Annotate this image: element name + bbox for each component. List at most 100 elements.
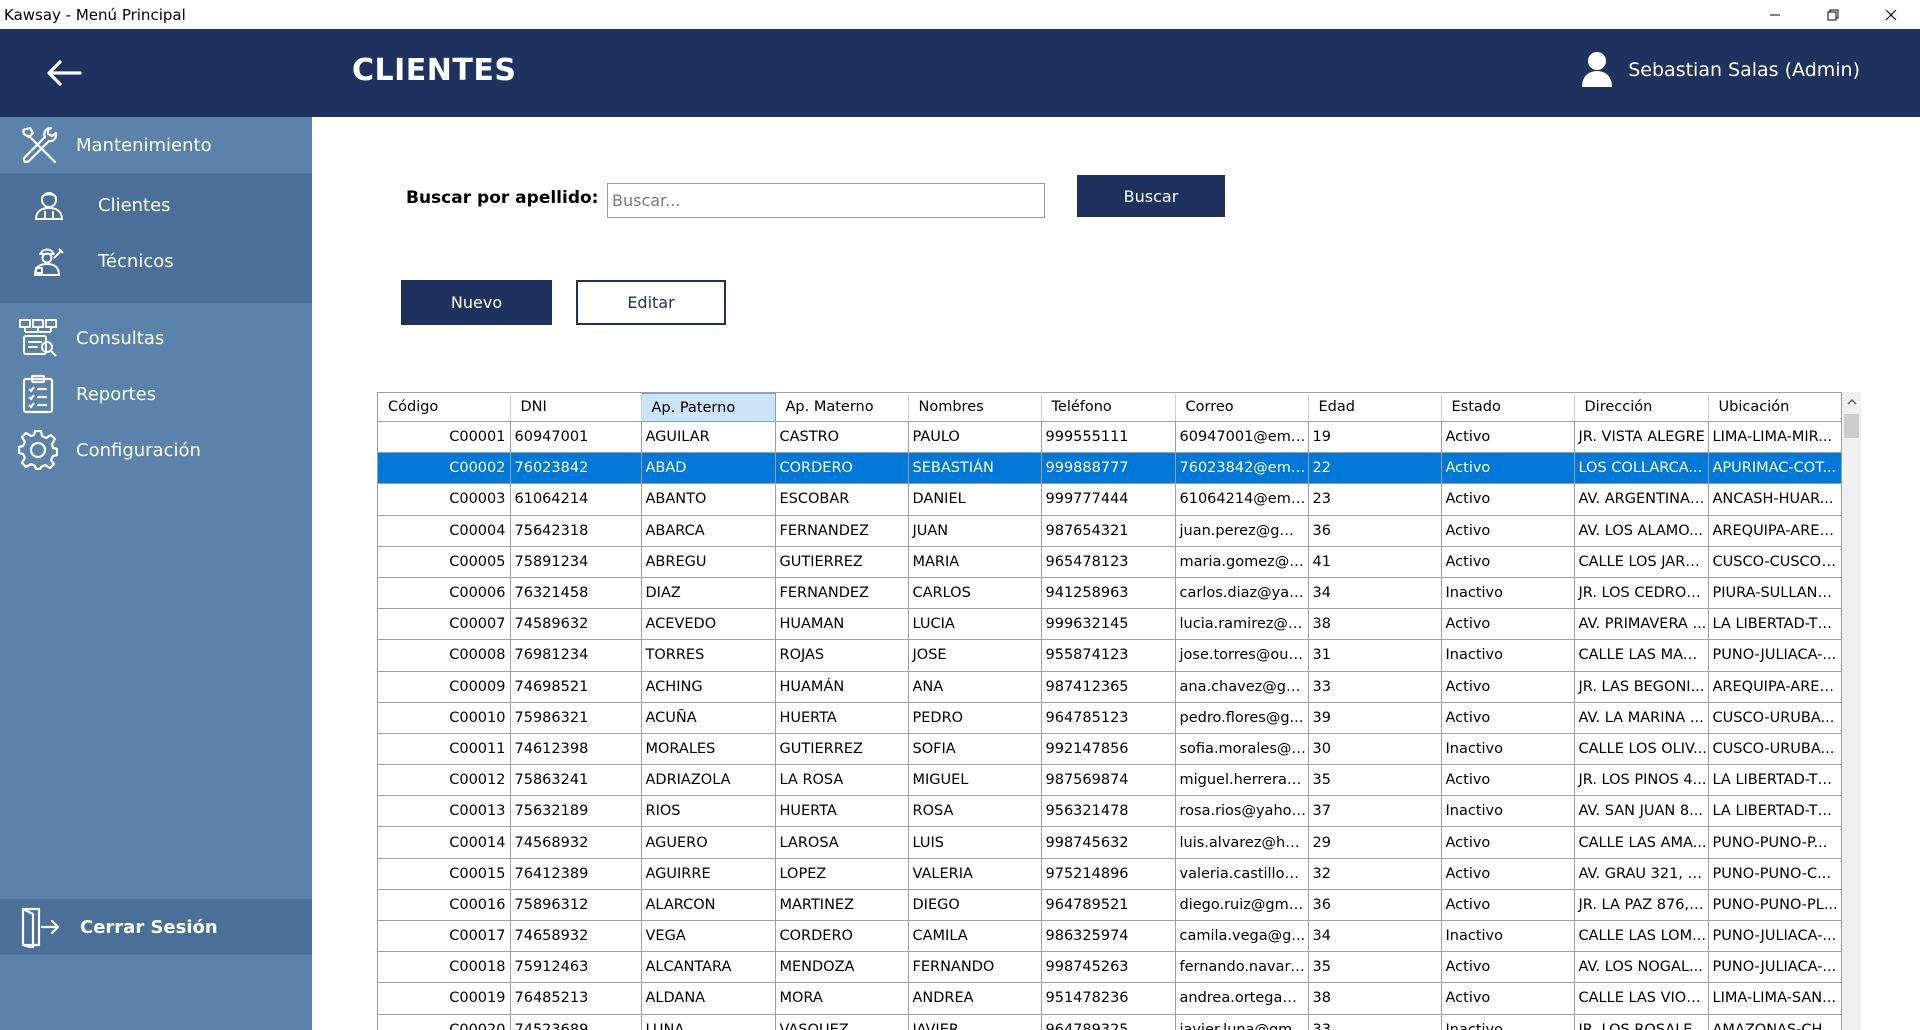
sidebar-item-consultas[interactable]: Consultas	[0, 310, 312, 366]
table-cell[interactable]: TORRES	[641, 639, 776, 672]
table-cell[interactable]: 34	[1308, 577, 1442, 610]
table-cell[interactable]: FERNANDEZ	[775, 515, 909, 547]
table-cell[interactable]: CALLE LOS JARD...	[1574, 546, 1709, 578]
sidebar-item-mantenimiento[interactable]: Mantenimiento	[0, 117, 312, 173]
table-cell[interactable]: CASTRO	[775, 421, 909, 454]
table-cell[interactable]: 951478236	[1041, 982, 1176, 1015]
table-cell[interactable]: 964789325	[1041, 1014, 1176, 1030]
table-cell[interactable]: LIMA-LIMA-SAN...	[1708, 982, 1841, 1015]
table-cell[interactable]: LA ROSA	[775, 764, 909, 797]
table-cell[interactable]: pedro.flores@g...	[1175, 702, 1309, 734]
table-cell[interactable]: JR. VISTA ALEGRE	[1574, 421, 1709, 454]
table-cell[interactable]: SOFIA	[908, 733, 1042, 766]
table-cell[interactable]: juan.perez@gma...	[1175, 515, 1309, 547]
table-cell[interactable]: 74568932	[510, 826, 642, 859]
table-cell[interactable]: 33	[1308, 1014, 1442, 1030]
table-cell[interactable]: MORA	[775, 982, 909, 1015]
table-cell[interactable]: Activo	[1441, 982, 1575, 1015]
table-cell[interactable]: ABARCA	[641, 515, 776, 547]
table-cell[interactable]: C00009	[378, 671, 511, 703]
table-cell[interactable]: JR. LA PAZ 876, T...	[1574, 889, 1709, 922]
table-cell[interactable]: AMAZONAS-CH...	[1708, 1014, 1841, 1030]
table-cell[interactable]: AV. LA MARINA ...	[1574, 702, 1709, 734]
table-cell[interactable]: FERNANDEZ	[775, 577, 909, 610]
table-cell[interactable]: AGUILAR	[641, 421, 776, 454]
column-header[interactable]: Teléfono	[1041, 393, 1176, 422]
table-cell[interactable]: 33	[1308, 671, 1442, 703]
table-cell[interactable]: 35	[1308, 951, 1442, 984]
table-cell[interactable]: Activo	[1441, 764, 1575, 797]
table-cell[interactable]: 75632189	[510, 795, 642, 828]
table-cell[interactable]: jose.torres@outl...	[1175, 639, 1309, 672]
table-cell[interactable]: CARLOS	[908, 577, 1042, 610]
table-cell[interactable]: 36	[1308, 515, 1442, 547]
table-cell[interactable]: MORALES	[641, 733, 776, 766]
table-cell[interactable]: CUSCO-URUBA...	[1708, 733, 1841, 766]
table-cell[interactable]: 74612398	[510, 733, 642, 766]
table-cell[interactable]: 75863241	[510, 764, 642, 797]
table-cell[interactable]: AV. LOS ALAMO...	[1574, 515, 1709, 547]
table-cell[interactable]: ABANTO	[641, 483, 776, 516]
table-row[interactable]: C00004 75642318 ABARCA FERNANDEZ JUAN 9876543…	[378, 515, 1841, 547]
table-row[interactable]: C00002 76023842 ABAD CORDERO SEBASTIÁN 999888…	[378, 452, 1841, 485]
table-cell[interactable]: 19	[1308, 421, 1442, 454]
table-cell[interactable]: C00014	[378, 826, 511, 859]
table-cell[interactable]: JAVIER	[908, 1014, 1042, 1030]
table-cell[interactable]: LA LIBERTAD-TR...	[1708, 764, 1841, 797]
table-row[interactable]: C00001 60947001 AGUILAR CASTRO PAULO 99955511…	[378, 421, 1841, 454]
table-cell[interactable]: 986325974	[1041, 920, 1176, 953]
table-cell[interactable]: AREQUIPA-AREQ...	[1708, 515, 1841, 547]
sidebar-item-tecnicos[interactable]: Técnicos	[0, 237, 312, 285]
table-cell[interactable]: lucia.ramirez@g...	[1175, 608, 1309, 641]
table-cell[interactable]: ALCANTARA	[641, 951, 776, 984]
table-cell[interactable]: DIEGO	[908, 889, 1042, 922]
table-cell[interactable]: 987412365	[1041, 671, 1176, 703]
table-cell[interactable]: 965478123	[1041, 546, 1176, 578]
table-cell[interactable]: AV. ARGENTINA ...	[1574, 483, 1709, 516]
table-cell[interactable]: LOPEZ	[775, 858, 909, 890]
table-cell[interactable]: ana.chavez@gm...	[1175, 671, 1309, 703]
table-cell[interactable]: GUTIERREZ	[775, 733, 909, 766]
table-cell[interactable]: PUNO-JULIACA-...	[1708, 951, 1841, 984]
table-cell[interactable]: ABREGU	[641, 546, 776, 578]
table-cell[interactable]: 75896312	[510, 889, 642, 922]
sidebar-item-clientes[interactable]: Clientes	[0, 181, 312, 229]
table-cell[interactable]: 22	[1308, 452, 1442, 485]
table-cell[interactable]: C00012	[378, 764, 511, 797]
table-cell[interactable]: ALDANA	[641, 982, 776, 1015]
table-cell[interactable]: C00005	[378, 546, 511, 578]
table-cell[interactable]: 74589632	[510, 608, 642, 641]
table-cell[interactable]: ESCOBAR	[775, 483, 909, 516]
table-cell[interactable]: JR. LOS ROSALES...	[1574, 1014, 1709, 1030]
table-cell[interactable]: sofia.morales@g...	[1175, 733, 1309, 766]
table-cell[interactable]: ABAD	[641, 452, 776, 485]
table-row[interactable]: C00019 76485213 ALDANA MORA ANDREA 951478236 a…	[378, 982, 1841, 1015]
table-cell[interactable]: LOS COLLARCA...	[1574, 452, 1709, 485]
table-cell[interactable]: PUNO-JULIACA-...	[1708, 639, 1841, 672]
table-cell[interactable]: CORDERO	[775, 920, 909, 953]
column-header[interactable]: Código	[378, 393, 511, 422]
table-cell[interactable]: MENDOZA	[775, 951, 909, 984]
table-cell[interactable]: Activo	[1441, 951, 1575, 984]
table-row[interactable]: C00013 75632189 RIOS HUERTA ROSA 956321478 ros…	[378, 795, 1841, 828]
table-cell[interactable]: Activo	[1441, 826, 1575, 859]
table-cell[interactable]: ACEVEDO	[641, 608, 776, 641]
table-cell[interactable]: 60947001	[510, 421, 642, 454]
table-cell[interactable]: 30	[1308, 733, 1442, 766]
table-row[interactable]: C00008 76981234 TORRES ROJAS JOSE 955874123 jo…	[378, 639, 1841, 672]
table-cell[interactable]: CUSCO-CUSCO-...	[1708, 546, 1841, 578]
table-cell[interactable]: C00018	[378, 951, 511, 984]
table-row[interactable]: C00016 75896312 ALARCON MARTINEZ DIEGO 964789…	[378, 889, 1841, 922]
table-cell[interactable]: Activo	[1441, 483, 1575, 516]
table-cell[interactable]: ANA	[908, 671, 1042, 703]
table-cell[interactable]: ACUÑA	[641, 702, 776, 734]
table-cell[interactable]: Activo	[1441, 608, 1575, 641]
table-cell[interactable]: Inactivo	[1441, 577, 1575, 610]
new-button[interactable]: Nuevo	[401, 280, 552, 325]
column-header[interactable]: Ubicación	[1708, 393, 1841, 422]
table-cell[interactable]: AGUIRRE	[641, 858, 776, 890]
table-cell[interactable]: HUAMAN	[775, 608, 909, 641]
table-cell[interactable]: MIGUEL	[908, 764, 1042, 797]
table-cell[interactable]: HUERTA	[775, 795, 909, 828]
table-cell[interactable]: 998745632	[1041, 826, 1176, 859]
